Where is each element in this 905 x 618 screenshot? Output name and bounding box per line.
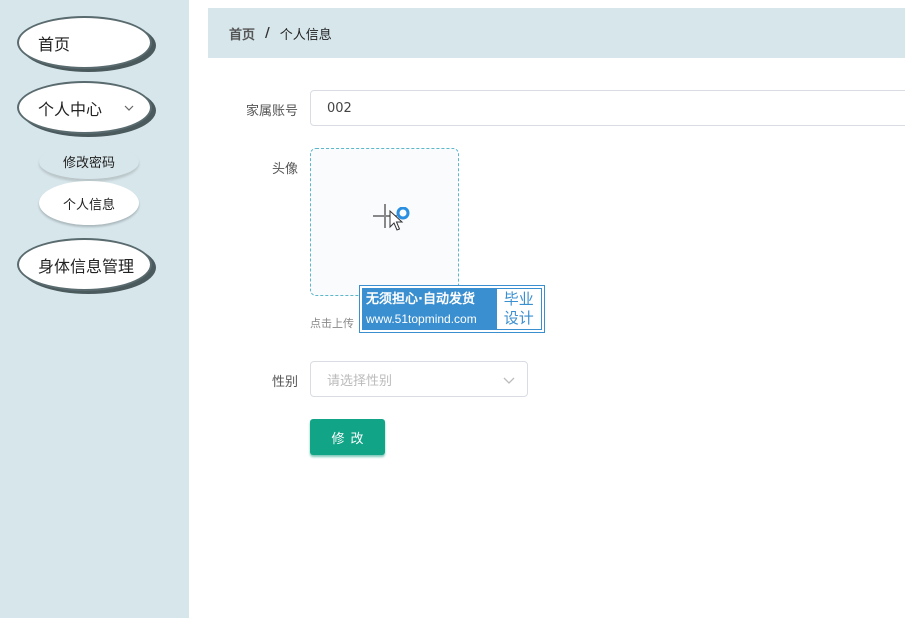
- breadcrumb: 首页 / 个人信息: [208, 8, 905, 58]
- avatar-uploader[interactable]: [310, 148, 459, 296]
- chevron-down-icon: [503, 374, 515, 389]
- account-input[interactable]: [310, 90, 905, 126]
- mouse-cursor-icon: [387, 206, 413, 237]
- nav-body-info-management[interactable]: 身体信息管理: [17, 238, 152, 291]
- sidebar: 首页 个人中心 修改密码 个人信息 身体信息管理: [0, 0, 189, 618]
- nav-personal-info[interactable]: 个人信息: [39, 181, 139, 225]
- breadcrumb-home[interactable]: 首页: [229, 24, 255, 43]
- modify-button[interactable]: 修改: [310, 419, 385, 455]
- watermark-badge-line1: 毕业: [503, 290, 534, 308]
- nav-personal-center[interactable]: 个人中心: [17, 81, 152, 134]
- gender-label: 性别: [271, 375, 298, 390]
- watermark-logo: 无须担心·自动发货 www.51topmind.com 毕业 设计: [359, 285, 545, 333]
- gender-select[interactable]: 请选择性别: [310, 361, 528, 397]
- nav-body-info-management-label: 身体信息管理: [38, 256, 135, 276]
- watermark-badge-line2: 设计: [503, 309, 534, 327]
- watermark-line2: www.51topmind.com: [366, 312, 477, 326]
- nav-home-label: 首页: [38, 34, 71, 54]
- nav-home[interactable]: 首页: [17, 16, 152, 69]
- nav-change-password-label: 修改密码: [62, 156, 115, 171]
- nav-personal-center-label: 个人中心: [38, 99, 103, 119]
- watermark-line1: 无须担心·自动发货: [366, 292, 475, 307]
- nav-change-password[interactable]: 修改密码: [39, 144, 139, 180]
- gender-select-placeholder: 请选择性别: [327, 373, 393, 389]
- avatar-label: 头像: [271, 162, 298, 177]
- watermark-badge: 毕业 设计: [496, 289, 541, 329]
- upload-hint: 点击上传: [310, 317, 354, 330]
- chevron-down-icon: [124, 105, 134, 111]
- nav-personal-info-label: 个人信息: [62, 197, 115, 213]
- breadcrumb-current: 个人信息: [279, 27, 332, 43]
- breadcrumb-separator: /: [265, 25, 270, 41]
- account-label: 家属账号: [245, 104, 298, 119]
